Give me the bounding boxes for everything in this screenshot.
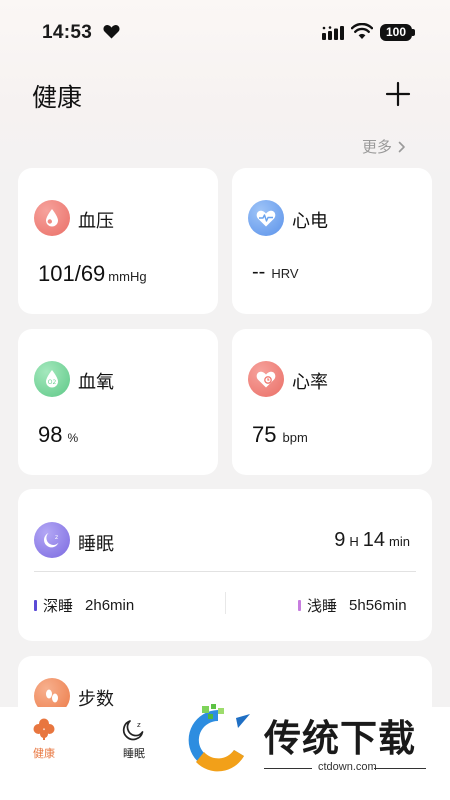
card-title: 血氧 bbox=[78, 372, 114, 392]
svg-text:O2: O2 bbox=[48, 379, 57, 386]
battery-tip bbox=[412, 29, 415, 36]
watermark-url: ctdown.com bbox=[318, 761, 377, 773]
oxygen-drop-icon: O2 bbox=[34, 361, 70, 397]
add-button[interactable] bbox=[384, 80, 412, 108]
sleep-duration: 9 H 14 min bbox=[334, 529, 414, 552]
value-number: 101/69 bbox=[38, 261, 106, 286]
blood-pressure-card[interactable]: 血压 101/69 mmHg bbox=[18, 168, 218, 314]
watermark-rule bbox=[374, 768, 426, 769]
moon-icon: z bbox=[34, 522, 70, 558]
more-link[interactable]: 更多 bbox=[362, 136, 406, 157]
tab-label: 健康 bbox=[33, 748, 55, 760]
value-number: -- bbox=[252, 261, 266, 283]
card-title: 睡眠 bbox=[78, 534, 114, 554]
heart-rate-icon bbox=[248, 361, 284, 397]
tab-health[interactable]: 健康 bbox=[14, 717, 74, 761]
deep-sleep-stat: 深睡 2h6min bbox=[34, 595, 134, 616]
watermark-rule bbox=[264, 768, 312, 769]
signal-icon bbox=[322, 26, 344, 40]
heart-icon bbox=[103, 25, 120, 39]
card-value: 98% bbox=[38, 422, 78, 448]
chevron-right-icon bbox=[398, 141, 405, 152]
svg-text:z: z bbox=[55, 534, 58, 541]
card-value: -- HRV bbox=[252, 261, 299, 284]
value-number: 98 bbox=[38, 422, 63, 447]
deep-sleep-bar bbox=[34, 600, 37, 611]
sleep-hours: 9 bbox=[334, 529, 346, 551]
sleep-minutes: 14 bbox=[362, 529, 386, 551]
value-unit: mmHg bbox=[108, 269, 147, 284]
heart-rate-card[interactable]: 心率 75 bpm bbox=[232, 329, 432, 475]
watermark-logo: 传统下载 ctdown.com bbox=[178, 704, 450, 782]
card-title: 血压 bbox=[78, 211, 114, 231]
blood-oxygen-card[interactable]: O2 血氧 98% bbox=[18, 329, 218, 475]
clover-icon bbox=[33, 718, 55, 740]
moon-outline-icon: z bbox=[122, 720, 144, 741]
wifi-icon bbox=[351, 23, 373, 39]
watermark-text: 传统下载 bbox=[264, 718, 416, 759]
value-unit: % bbox=[67, 431, 79, 445]
value-number: 75 bbox=[252, 422, 277, 447]
light-sleep-stat: 浅睡 5h56min bbox=[298, 595, 407, 616]
sleep-card[interactable]: z 睡眠 9 H 14 min 深睡 2h6min 浅睡 5h56min bbox=[18, 489, 432, 641]
divider bbox=[225, 592, 226, 614]
deep-sleep-value: 2h6min bbox=[85, 597, 135, 614]
sleep-hours-unit: H bbox=[349, 534, 359, 549]
tab-sleep[interactable]: z 睡眠 bbox=[104, 717, 164, 761]
card-value: 101/69 mmHg bbox=[38, 261, 147, 287]
value-unit: bpm bbox=[282, 430, 308, 445]
light-sleep-bar bbox=[298, 600, 301, 611]
more-label: 更多 bbox=[362, 139, 393, 156]
card-title: 心电 bbox=[292, 211, 328, 231]
sleep-minutes-unit: min bbox=[389, 534, 410, 549]
status-bar: 14:53 100 bbox=[0, 0, 450, 60]
watermark-emblem bbox=[188, 704, 250, 772]
ecg-card[interactable]: 心电 -- HRV bbox=[232, 168, 432, 314]
light-sleep-label: 浅睡 bbox=[307, 598, 338, 615]
svg-text:z: z bbox=[137, 721, 141, 729]
ecg-heart-icon bbox=[248, 200, 284, 236]
blood-drop-icon bbox=[34, 200, 70, 236]
status-time: 14:53 bbox=[42, 22, 93, 43]
light-sleep-value: 5h56min bbox=[349, 597, 407, 614]
divider bbox=[34, 571, 416, 572]
tab-label: 睡眠 bbox=[123, 748, 145, 760]
card-value: 75 bpm bbox=[252, 422, 308, 448]
value-unit: HRV bbox=[271, 266, 299, 281]
deep-sleep-label: 深睡 bbox=[43, 598, 74, 615]
card-title: 心率 bbox=[292, 372, 328, 392]
battery-indicator: 100 bbox=[380, 24, 412, 41]
page-title: 健康 bbox=[32, 84, 83, 112]
